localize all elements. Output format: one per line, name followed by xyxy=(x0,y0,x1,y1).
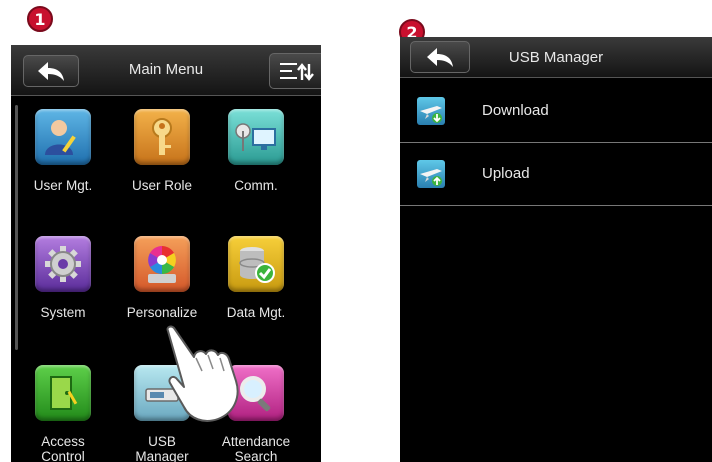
menu-item-user-role[interactable]: User Role xyxy=(114,109,210,193)
menu-item-access-control[interactable]: Access Control xyxy=(15,365,111,462)
back-button[interactable] xyxy=(23,55,79,87)
database-icon xyxy=(239,247,275,283)
list-item-upload[interactable]: Upload xyxy=(400,143,712,206)
menu-item-label: User Role xyxy=(131,178,193,193)
color-wheel-icon xyxy=(148,246,176,283)
menu-item-data-mgt[interactable]: Data Mgt. xyxy=(208,236,304,320)
menu-item-system[interactable]: System xyxy=(15,236,111,320)
list-item-download[interactable]: Download xyxy=(400,80,712,143)
sort-button[interactable] xyxy=(269,53,321,89)
menu-item-personalize[interactable]: Personalize xyxy=(114,236,210,320)
menu-item-user-mgt[interactable]: User Mgt. xyxy=(15,109,111,193)
menu-item-label: User Mgt. xyxy=(33,178,93,193)
menu-item-label: Comm. xyxy=(234,178,278,193)
download-icon xyxy=(417,97,445,125)
menu-item-label: Access Control xyxy=(41,434,85,462)
key-icon xyxy=(152,118,172,155)
user-mgt-icon xyxy=(45,120,76,155)
usb-manager-titlebar: USB Manager xyxy=(400,37,712,78)
gear-icon xyxy=(45,246,81,282)
main-menu-titlebar: Main Menu xyxy=(11,45,321,96)
door-icon xyxy=(50,376,78,410)
back-button[interactable] xyxy=(410,41,470,73)
menu-item-label: System xyxy=(40,305,86,320)
upload-icon xyxy=(417,160,445,188)
usb-manager-screen: USB Manager Download Upload xyxy=(400,37,712,462)
menu-item-comm[interactable]: Comm. xyxy=(208,109,304,193)
back-arrow-icon xyxy=(427,48,453,67)
menu-item-label: USB Manager xyxy=(135,434,189,462)
menu-item-label: Personalize xyxy=(126,305,198,320)
list-item-label: Download xyxy=(482,102,549,119)
sort-list-icon xyxy=(279,63,314,81)
step-1-badge: 1 xyxy=(27,6,53,32)
back-arrow-icon xyxy=(38,62,64,81)
list-item-label: Upload xyxy=(482,165,530,182)
menu-item-label: Attendance Search xyxy=(221,434,291,462)
pointing-hand-icon xyxy=(166,325,239,422)
menu-item-label: Data Mgt. xyxy=(226,305,286,320)
network-icon xyxy=(235,123,276,151)
